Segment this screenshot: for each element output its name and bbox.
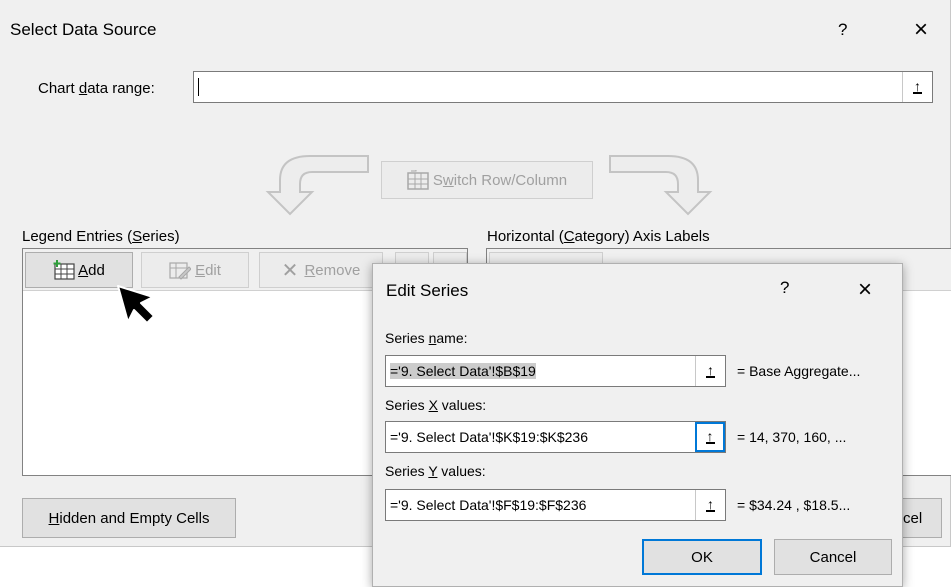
add-table-icon xyxy=(53,260,75,280)
cancel-button[interactable]: Cancel xyxy=(774,539,892,575)
help-button[interactable]: ? xyxy=(838,20,847,40)
text-cursor xyxy=(198,78,199,96)
series-y-label: Series Y values: xyxy=(385,463,486,479)
series-x-result: = 14, 370, 160, ... xyxy=(737,429,847,445)
axis-labels-label: Horizontal (Category) Axis Labels xyxy=(487,228,710,245)
add-series-button[interactable]: Add xyxy=(25,252,133,288)
series-y-input[interactable]: ='9. Select Data'!$F$19:$F$236 ↑ xyxy=(385,489,726,521)
series-y-result: = $34.24 , $18.5... xyxy=(737,497,851,513)
series-name-result: = Base Aggregate... xyxy=(737,363,861,379)
edit-series-dialog: Edit Series ? × Series name: ='9. Select… xyxy=(372,263,903,587)
edit-close-button[interactable]: × xyxy=(858,278,872,302)
series-x-label: Series X values: xyxy=(385,397,487,413)
ok-button[interactable]: OK xyxy=(642,539,762,575)
remove-x-icon: ✕ xyxy=(281,259,299,282)
edit-table-icon xyxy=(169,262,192,280)
series-name-label: Series name: xyxy=(385,330,468,346)
remove-series-button[interactable]: ✕ Remove xyxy=(259,252,383,288)
series-x-input[interactable]: ='9. Select Data'!$K$19:$K$236 ↑ xyxy=(385,421,726,453)
series-x-collapse-icon[interactable]: ↑ xyxy=(695,422,725,452)
right-curved-arrow-icon xyxy=(609,155,713,216)
edit-series-title: Edit Series xyxy=(386,281,469,300)
series-name-collapse-icon[interactable]: ↑ xyxy=(695,356,725,386)
switch-row-column-button[interactable]: Sw itch Row/Column xyxy=(381,161,593,199)
mouse-pointer-icon xyxy=(117,285,155,324)
series-y-collapse-icon[interactable]: ↑ xyxy=(695,490,725,520)
left-curved-arrow-icon xyxy=(265,155,369,216)
switch-grid-icon xyxy=(407,170,429,190)
dialog-title: Select Data Source xyxy=(10,20,157,39)
edit-help-button[interactable]: ? xyxy=(780,278,789,298)
close-button[interactable]: × xyxy=(914,18,928,42)
hidden-empty-cells-button[interactable]: Hidden and Empty Cells xyxy=(22,498,236,538)
edit-series-button[interactable]: Edit xyxy=(141,252,249,288)
collapse-dialog-icon[interactable]: ↑ xyxy=(902,72,932,102)
chart-data-range-label: Chart data range: xyxy=(38,80,155,97)
legend-entries-label: Legend Entries (Series) xyxy=(22,228,180,245)
series-name-input[interactable]: ='9. Select Data'!$B$19 ↑ xyxy=(385,355,726,387)
chart-data-range-input[interactable]: ↑ xyxy=(193,71,933,103)
